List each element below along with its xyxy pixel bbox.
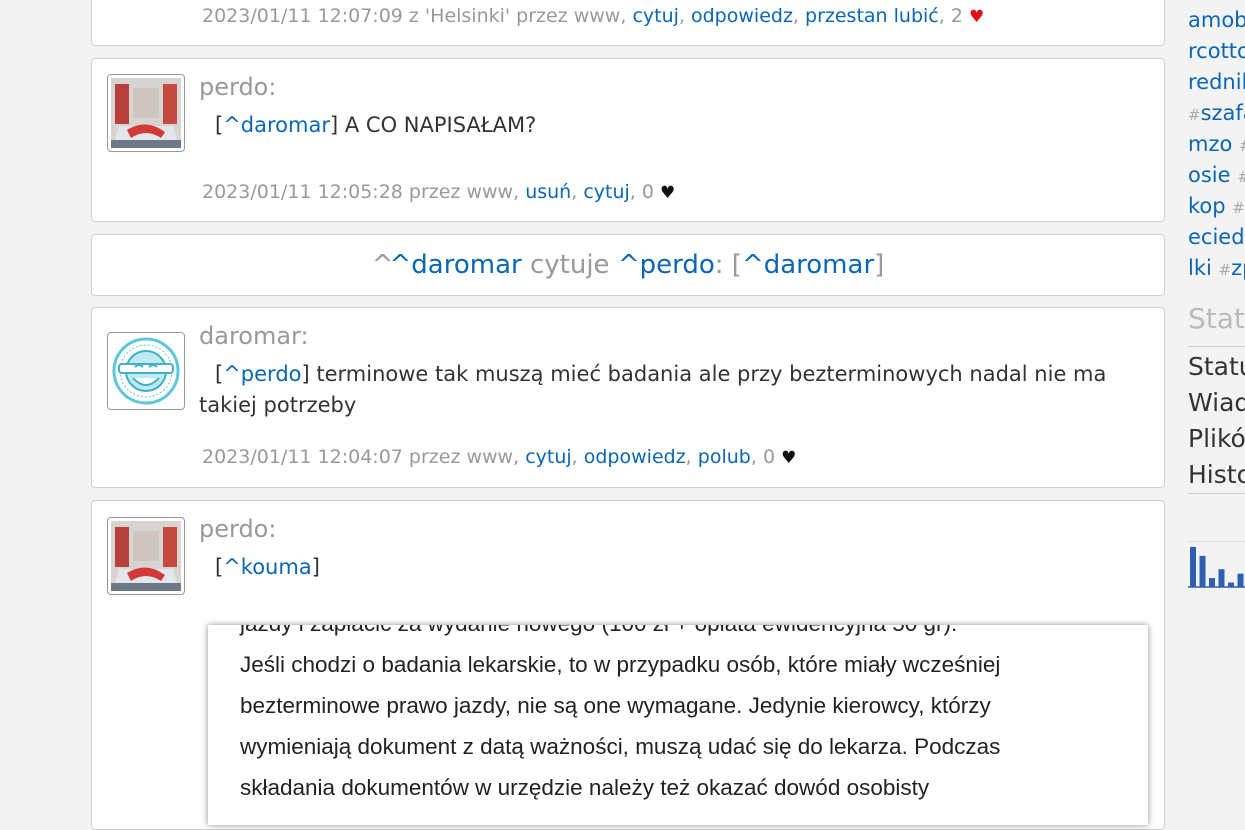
chart-bar — [1237, 573, 1244, 587]
user-mention-link[interactable]: ^daromar — [223, 113, 330, 137]
avatar-photo-icon — [111, 78, 181, 148]
quote-link[interactable]: cytuj — [525, 446, 571, 468]
chart-bar — [1218, 569, 1225, 587]
heart-icon: ♥ — [781, 448, 797, 468]
post-author: perdo: — [199, 73, 277, 101]
post-card-top: 2023/01/11 12:07:09 z 'Helsinki' przez w… — [91, 0, 1165, 46]
stats-link[interactable]: Statu — [1188, 352, 1245, 381]
post-timestamp: 2023/01/11 12:04:07 przez www, — [202, 446, 520, 468]
unlike-link[interactable]: przestan lubić — [805, 5, 939, 27]
chart-bar — [1190, 547, 1196, 587]
quote-link[interactable]: cytuj — [583, 181, 629, 203]
image-text-line: składania dokumentów w urzędzie należy t… — [240, 775, 930, 800]
tag-link[interactable]: osie — [1188, 163, 1231, 187]
post-timestamp: 2023/01/11 12:07:09 z 'Helsinki' przez w… — [202, 5, 627, 27]
quote-author-link[interactable]: ^daromar — [390, 250, 522, 280]
post-body: [^kouma] — [215, 555, 320, 579]
tag-link[interactable]: mzo — [1188, 132, 1232, 156]
post-text: A CO NAPISAŁAM? — [338, 113, 537, 137]
tag-link[interactable]: amob — [1188, 8, 1245, 32]
like-link[interactable]: polub — [698, 446, 751, 468]
laughing-man-logo-icon — [112, 337, 180, 405]
heart-icon: ♥ — [968, 7, 985, 27]
post-meta: 2023/01/11 12:05:28 przez www, usuń, cyt… — [202, 181, 676, 203]
avatar[interactable] — [107, 74, 185, 152]
chart-bar — [1209, 578, 1215, 587]
attached-image[interactable]: jazdy i zapłacić za wydanie nowego (100 … — [208, 625, 1148, 825]
tag-link[interactable]: szafa — [1201, 101, 1245, 125]
quote-ref-link[interactable]: ^daromar — [742, 250, 874, 280]
likes-count: 0 — [641, 181, 654, 203]
post-author: perdo: — [199, 515, 277, 543]
post-card: perdo: [^daromar] A CO NAPISAŁAM? 2023/0… — [91, 58, 1165, 222]
activity-chart — [1188, 547, 1245, 588]
reply-link[interactable]: odpowiedz — [691, 5, 793, 27]
tag-link[interactable]: lki — [1188, 256, 1212, 280]
quoted-user-link[interactable]: ^perdo — [618, 250, 715, 280]
post-timestamp: 2023/01/11 12:05:28 przez www, — [202, 181, 520, 203]
tag-link[interactable]: rcotto — [1188, 39, 1245, 63]
likes-count: 2 — [950, 5, 963, 27]
post-card: perdo: [^kouma] jazdy i zapłacić za wyda… — [91, 500, 1165, 830]
quote-link[interactable]: cytuj — [632, 5, 678, 27]
user-mention-link[interactable]: ^kouma — [223, 555, 312, 579]
likes-count: 0 — [762, 446, 776, 468]
post-author: daromar: — [199, 322, 309, 350]
post-body: [^perdo] terminowe tak muszą mieć badani… — [199, 362, 1107, 417]
divider — [1188, 346, 1245, 347]
image-text-line: Jeśli chodzi o badania lekarskie, to w p… — [240, 652, 1001, 677]
delete-link[interactable]: usuń — [525, 181, 571, 203]
stats-link[interactable]: Histo — [1188, 460, 1245, 489]
tag-link[interactable]: eciedn — [1188, 225, 1245, 249]
post-text: terminowe tak muszą mieć badania ale prz… — [199, 362, 1107, 417]
user-mention-link[interactable]: ^perdo — [223, 362, 301, 386]
reply-link[interactable]: odpowiedz — [584, 446, 686, 468]
post-body: [^daromar] A CO NAPISAŁAM? — [215, 113, 537, 137]
stats-link[interactable]: Plikó — [1188, 424, 1245, 453]
tag-link[interactable]: rednik — [1188, 70, 1245, 94]
image-text-line: bezterminowe prawo jazdy, nie są one wym… — [240, 693, 991, 718]
post-meta: 2023/01/11 12:07:09 z 'Helsinki' przez w… — [202, 5, 985, 27]
avatar[interactable] — [107, 332, 185, 410]
post-card: daromar: [^perdo] terminowe tak muszą mi… — [91, 307, 1165, 488]
heart-icon: ♥ — [660, 183, 676, 203]
sidebar: amob rcotto rednik #szafa mzo # osie #v … — [1188, 0, 1245, 807]
tag-link[interactable]: zp — [1231, 256, 1245, 280]
avatar-photo-icon — [111, 521, 181, 591]
quote-banner: ^^daromar cytuje ^perdo: [^daromar] — [91, 234, 1165, 296]
stats-heading: Staty — [1188, 302, 1245, 335]
image-text-line: wymieniają dokument z datą ważności, mus… — [240, 734, 1001, 759]
avatar[interactable] — [107, 517, 185, 595]
tag-link[interactable]: kop — [1188, 194, 1226, 218]
stats-link[interactable]: Wiad — [1188, 388, 1245, 417]
post-meta: 2023/01/11 12:04:07 przez www, cytuj, od… — [202, 446, 797, 468]
chart-bar — [1199, 555, 1206, 587]
image-text-line: jazdy i zapłacić za wydanie nowego (100 … — [240, 625, 1000, 644]
divider — [1188, 493, 1245, 494]
